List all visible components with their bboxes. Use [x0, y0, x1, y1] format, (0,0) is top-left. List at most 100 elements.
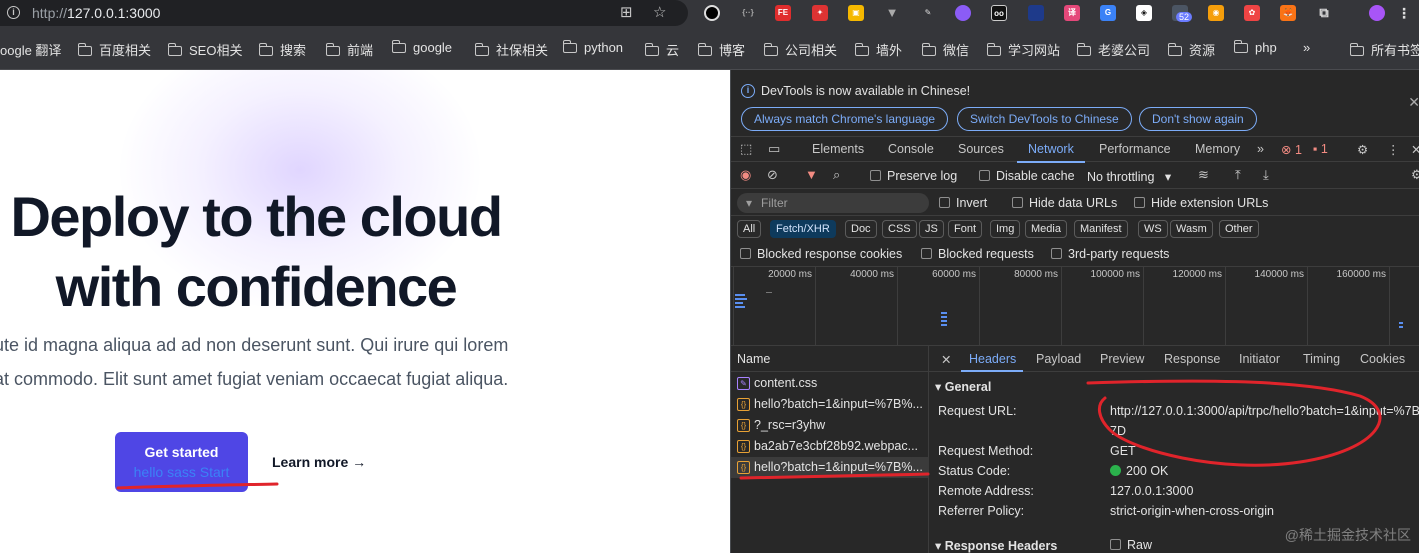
bookmark-folder[interactable]: 所有书签 — [1350, 40, 1419, 59]
third-party-requests-checkbox[interactable]: 3rd-party requests — [1051, 247, 1169, 261]
blocked-requests-checkbox[interactable]: Blocked requests — [921, 247, 1034, 261]
tab-sources[interactable]: Sources — [958, 142, 1004, 156]
tab-elements[interactable]: Elements — [812, 142, 864, 156]
extension-icon[interactable]: ▼ — [884, 5, 900, 21]
site-info-icon[interactable]: i — [7, 6, 20, 19]
chip-js[interactable]: JS — [919, 220, 944, 238]
bookmark-folder[interactable]: php — [1234, 40, 1277, 55]
bookmark-folder[interactable]: 学习网站 — [987, 40, 1060, 59]
device-toolbar-icon[interactable]: ▭ — [768, 142, 780, 156]
extension-icon[interactable] — [955, 5, 971, 21]
chip-img[interactable]: Img — [990, 220, 1021, 238]
tab-memory[interactable]: Memory — [1195, 142, 1240, 156]
blocked-response-cookies-checkbox[interactable]: Blocked response cookies — [740, 247, 902, 261]
bookmark-folder[interactable]: 博客 — [698, 40, 745, 59]
disable-cache-checkbox[interactable]: Disable cache — [979, 169, 1075, 183]
chip-other[interactable]: Other — [1219, 220, 1259, 238]
learn-more-link[interactable]: Learn more → — [272, 454, 366, 470]
search-icon[interactable]: ⌕ — [833, 168, 840, 182]
dont-show-again-button[interactable]: Don't show again — [1139, 107, 1257, 131]
bookmark-folder[interactable]: 老婆公司 — [1077, 40, 1150, 59]
bookmark-folder[interactable]: 云 — [645, 40, 679, 59]
inspect-element-icon[interactable]: ⬚ — [740, 142, 752, 156]
metamask-icon[interactable]: 🦊 — [1280, 5, 1296, 21]
name-column-header[interactable]: Name — [731, 346, 929, 372]
hide-data-urls-checkbox[interactable]: Hide data URLs — [1012, 196, 1117, 210]
chip-all[interactable]: All — [737, 220, 762, 238]
network-settings-icon[interactable]: ⚙ — [1411, 168, 1419, 182]
bookmark-folder[interactable]: 百度相关 — [78, 40, 151, 59]
throttling-select[interactable]: No throttling ▾ — [1087, 169, 1171, 184]
chip-doc[interactable]: Doc — [845, 220, 877, 238]
tab-initiator[interactable]: Initiator — [1239, 352, 1280, 366]
kebab-menu-icon[interactable]: ⋮ — [1387, 142, 1400, 157]
bookmark-item[interactable]: oogle 翻译 — [0, 40, 61, 59]
tab-payload[interactable]: Payload — [1036, 352, 1081, 366]
profile-avatar[interactable] — [1369, 5, 1385, 21]
bookmark-folder[interactable]: 资源 — [1168, 40, 1215, 59]
bookmark-folder[interactable]: 搜索 — [259, 40, 306, 59]
chip-media[interactable]: Media — [1025, 220, 1067, 238]
always-match-language-button[interactable]: Always match Chrome's language — [741, 107, 949, 131]
tab-preview[interactable]: Preview — [1100, 352, 1144, 366]
url-text[interactable]: http://127.0.0.1:3000 — [32, 5, 160, 21]
extension-icon[interactable]: 译 — [1064, 5, 1080, 21]
chip-wasm[interactable]: Wasm — [1170, 220, 1213, 238]
close-details-icon[interactable]: ✕ — [941, 352, 951, 367]
extension-icon[interactable] — [704, 5, 720, 21]
bookmark-folder[interactable]: 墙外 — [855, 40, 902, 59]
bookmark-star-icon[interactable]: ☆ — [653, 4, 666, 22]
more-tabs-icon[interactable]: » — [1257, 142, 1264, 156]
request-row[interactable]: ✎ content.css — [731, 373, 929, 394]
upload-icon[interactable]: ⤒ — [1235, 168, 1241, 182]
bookmark-folder[interactable]: 社保相关 — [475, 40, 548, 59]
extension-icon[interactable]: oo — [991, 5, 1007, 21]
request-row[interactable]: {} ?_rsc=r3yhw — [731, 415, 929, 436]
request-row[interactable]: {} ba2ab7e3cbf28b92.webpac... — [731, 436, 929, 457]
network-timeline-overview[interactable]: 20000 ms 40000 ms 60000 ms 80000 ms 1000… — [731, 266, 1419, 346]
bookmark-folder[interactable]: SEO相关 — [168, 40, 242, 59]
close-devtools-icon[interactable]: ✕ — [1411, 142, 1419, 157]
extension-icon[interactable]: ◈ — [1136, 5, 1152, 21]
extension-icon[interactable]: {··} — [740, 5, 756, 21]
extension-icon[interactable] — [1028, 5, 1044, 21]
filter-funnel-icon[interactable]: ▼ — [805, 168, 818, 182]
request-row[interactable]: {} hello?batch=1&input=%7B%... — [731, 394, 929, 415]
settings-gear-icon[interactable]: ⚙ — [1357, 142, 1368, 157]
bookmark-folder[interactable]: 公司相关 — [764, 40, 837, 59]
error-count-badge[interactable]: ⊗ 1 — [1281, 142, 1302, 157]
extension-icon[interactable]: ✦ — [812, 5, 828, 21]
bookmark-folder[interactable]: 前端 — [326, 40, 373, 59]
more-menu-icon[interactable]: ⋮ — [1396, 5, 1412, 21]
bookmark-folder[interactable]: 微信 — [922, 40, 969, 59]
general-section-header[interactable]: ▾ General — [935, 379, 991, 394]
bookmark-folder[interactable]: python — [563, 40, 623, 55]
extensions-puzzle-icon[interactable]: ⧉ — [1316, 5, 1332, 21]
extension-icon[interactable]: G — [1100, 5, 1116, 21]
tab-performance[interactable]: Performance — [1099, 142, 1171, 156]
switch-devtools-chinese-button[interactable]: Switch DevTools to Chinese — [957, 107, 1132, 131]
tab-console[interactable]: Console — [888, 142, 934, 156]
chip-css[interactable]: CSS — [882, 220, 917, 238]
filter-input[interactable]: ▾ Filter — [737, 193, 929, 213]
preserve-log-checkbox[interactable]: Preserve log — [870, 169, 957, 183]
clear-icon[interactable]: ⊘ — [767, 168, 778, 182]
tab-cookies[interactable]: Cookies — [1360, 352, 1405, 366]
request-row-selected[interactable]: {} hello?batch=1&input=%7B%... — [731, 457, 929, 478]
translate-icon[interactable]: ⊞ — [620, 4, 633, 22]
record-icon[interactable]: ◉ — [740, 168, 751, 182]
raw-checkbox[interactable]: Raw — [1110, 538, 1152, 552]
chip-manifest[interactable]: Manifest — [1074, 220, 1128, 238]
extension-icon[interactable]: ✎ — [920, 5, 936, 21]
hide-extension-urls-checkbox[interactable]: Hide extension URLs — [1134, 196, 1268, 210]
extension-icon[interactable]: ▣ — [848, 5, 864, 21]
issue-count-badge[interactable]: ▪ 1 — [1313, 142, 1328, 156]
chip-font[interactable]: Font — [948, 220, 983, 238]
tab-response[interactable]: Response — [1164, 352, 1220, 366]
invert-checkbox[interactable]: Invert — [939, 196, 987, 210]
omnibox[interactable]: i http://127.0.0.1:3000 ⊞ ☆ — [0, 0, 688, 26]
extension-icon[interactable]: ◉ — [1208, 5, 1224, 21]
response-headers-section-header[interactable]: ▾ Response Headers — [935, 538, 1057, 553]
close-icon[interactable]: ✕ — [1408, 94, 1419, 111]
chip-fetch-xhr[interactable]: Fetch/XHR — [770, 220, 836, 238]
